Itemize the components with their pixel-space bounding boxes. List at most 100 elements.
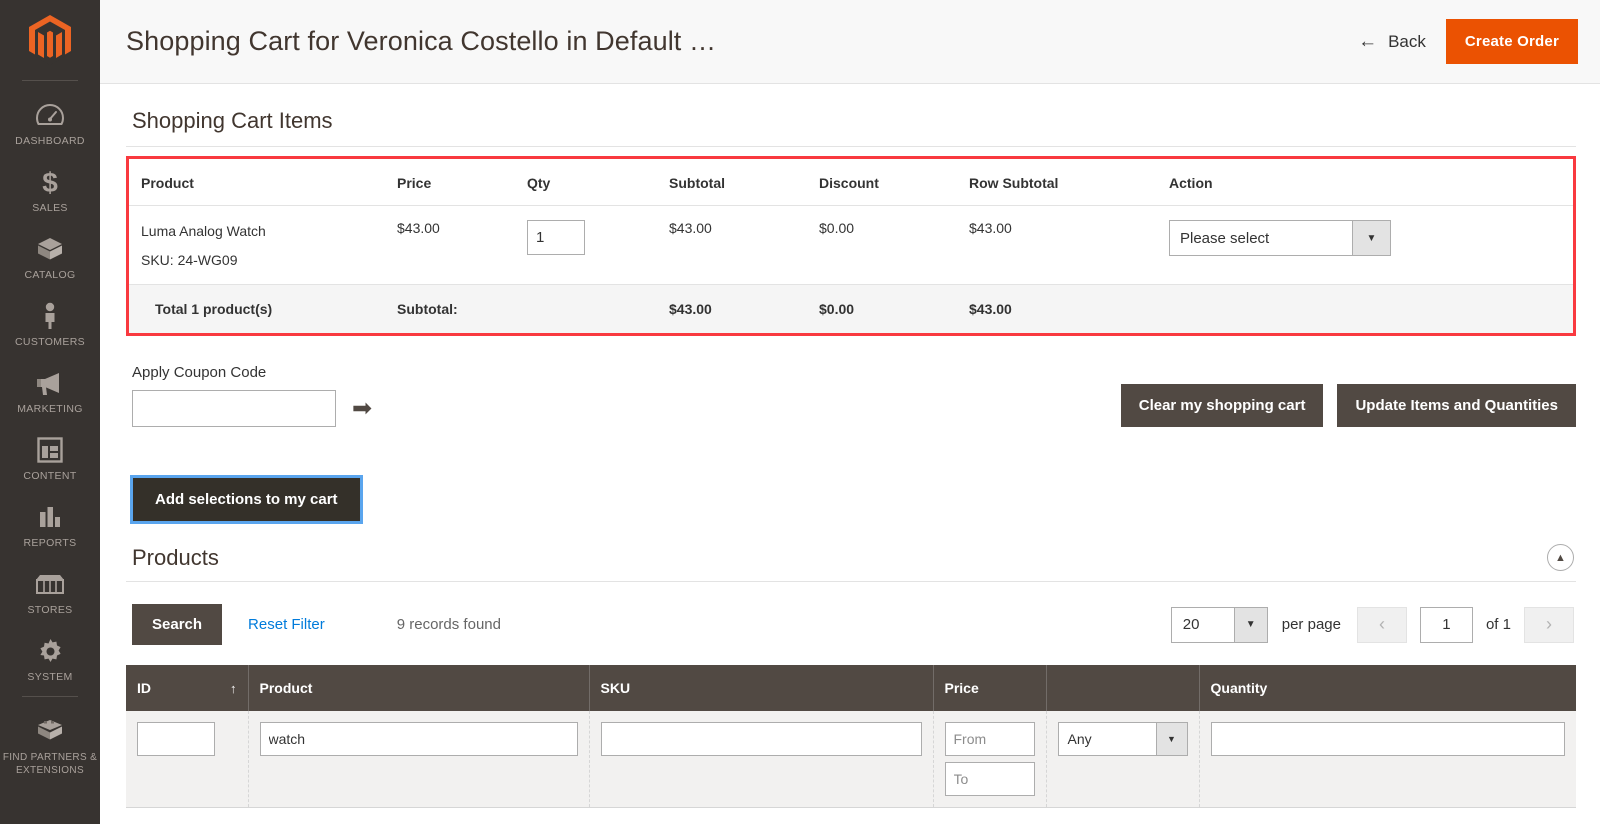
products-grid-toolbar: Search Reset Filter 9 records found 20 ▼… (126, 582, 1576, 665)
reset-filter-link[interactable]: Reset Filter (248, 616, 325, 633)
sidebar-item-label: FIND PARTNERS & EXTENSIONS (2, 752, 98, 776)
bar-chart-icon (2, 502, 98, 532)
cart-totals-row: Total 1 product(s) Subtotal: $43.00 $0.0… (129, 284, 1573, 333)
cart-item-action-value: Please select (1180, 229, 1270, 247)
cart-totals-subtotal: $43.00 (659, 284, 809, 333)
cart-col-discount: Discount (809, 159, 959, 206)
cart-item-name: Luma Analog Watch (141, 223, 266, 239)
cart-item-product-cell: Luma Analog Watch SKU: 24-WG09 (129, 206, 387, 285)
sidebar-divider-top (22, 80, 78, 81)
filter-cell-product (248, 711, 590, 808)
search-button[interactable]: Search (132, 604, 223, 645)
clear-shopping-cart-button[interactable]: Clear my shopping cart (1120, 384, 1324, 427)
page-number-input[interactable] (1419, 606, 1473, 643)
grid-col-price[interactable]: Price (933, 665, 1047, 711)
per-page-label: per page (1281, 616, 1341, 633)
coupon-section: Apply Coupon Code ➡ Clear my shopping ca… (126, 364, 1576, 427)
megaphone-icon (2, 368, 98, 398)
filter-cell-type: Any ▼ (1046, 711, 1200, 808)
filter-price-to-input[interactable] (944, 762, 1035, 796)
arrow-left-icon: ← (1358, 31, 1378, 52)
coupon-inline: ➡ (132, 390, 372, 427)
chevron-right-icon: › (1546, 614, 1552, 634)
back-button[interactable]: ← Back (1354, 26, 1430, 58)
magento-logo-icon (27, 13, 73, 65)
filter-cell-sku (589, 711, 934, 808)
coupon-code-input[interactable] (132, 390, 336, 427)
back-button-label: Back (1388, 31, 1426, 51)
chevron-down-icon: ▼ (1233, 607, 1267, 642)
prev-page-button[interactable]: ‹ (1356, 606, 1407, 643)
sidebar-item-label: CATALOG (24, 269, 76, 281)
add-selections-to-cart-button[interactable]: Add selections to my cart (130, 475, 363, 524)
sidebar-item-label: CUSTOMERS (14, 336, 86, 348)
sidebar-item-system[interactable]: SYSTEM (0, 627, 100, 694)
filter-quantity-input[interactable] (1210, 722, 1565, 756)
sidebar-item-label: SALES (32, 202, 68, 214)
shopping-cart-items-title: Shopping Cart Items (126, 84, 1576, 147)
filter-type-select[interactable]: Any ▼ (1057, 722, 1188, 756)
sidebar-item-find-partners[interactable]: FIND PARTNERS & EXTENSIONS (0, 707, 100, 787)
cart-item-qty-input[interactable] (527, 220, 585, 255)
magento-logo[interactable] (0, 0, 100, 78)
cart-item-action-cell: Please select ▼ (1159, 206, 1573, 285)
cart-col-price: Price (387, 159, 517, 206)
sidebar-item-label: REPORTS (23, 537, 77, 549)
grid-col-quantity[interactable]: Quantity (1199, 665, 1576, 711)
main-content: Shopping Cart for Veronica Costello in D… (100, 0, 1600, 824)
sidebar-item-stores[interactable]: STORES (0, 560, 100, 627)
grid-col-id[interactable]: ID ↑ (126, 665, 249, 711)
filter-sku-input[interactable] (600, 722, 922, 756)
sidebar-item-content[interactable]: CONTENT (0, 426, 100, 493)
sidebar-item-catalog[interactable]: CATALOG (0, 225, 100, 292)
cart-item-action-select[interactable]: Please select ▼ (1169, 220, 1391, 256)
page-of-label: of 1 (1485, 616, 1511, 633)
cart-totals-label: Total 1 product(s) (129, 284, 387, 333)
dollar-icon: $ (2, 167, 98, 197)
admin-sidebar: DASHBOARD $ SALES CATALOG CUSTOMERS MARK… (0, 0, 100, 824)
sidebar-item-dashboard[interactable]: DASHBOARD (0, 91, 100, 158)
arrow-right-icon[interactable]: ➡ (352, 396, 372, 421)
sidebar-item-customers[interactable]: CUSTOMERS (0, 292, 100, 359)
cart-item-price: $43.00 (397, 220, 440, 236)
filter-price-from-input[interactable] (944, 722, 1035, 756)
extension-box-icon (2, 716, 98, 746)
per-page-select[interactable]: 20 ▼ (1170, 606, 1268, 643)
records-found-label: 9 records found (396, 616, 501, 633)
admin-page: DASHBOARD $ SALES CATALOG CUSTOMERS MARK… (0, 0, 1600, 824)
products-grid-filter-row: Any ▼ (126, 711, 1576, 808)
filter-id-input[interactable] (137, 722, 215, 756)
update-items-quantities-button[interactable]: Update Items and Quantities (1337, 384, 1576, 427)
sidebar-item-reports[interactable]: REPORTS (0, 493, 100, 560)
filter-product-input[interactable] (259, 722, 578, 756)
sidebar-item-sales[interactable]: $ SALES (0, 158, 100, 225)
sidebar-item-label: CONTENT (23, 470, 77, 482)
cart-item-row-subtotal: $43.00 (969, 220, 1012, 236)
cart-col-row-subtotal: Row Subtotal (959, 159, 1159, 206)
sidebar-divider-bottom (22, 696, 78, 697)
add-selections-wrap: Add selections to my cart (126, 475, 1576, 524)
cart-item-row: Luma Analog Watch SKU: 24-WG09 $43.00 $4… (129, 206, 1573, 285)
header-actions: ← Back Create Order (1354, 19, 1578, 64)
chevron-left-icon: ‹ (1378, 614, 1385, 634)
grid-col-product[interactable]: Product (248, 665, 590, 711)
arrow-up-icon: ↑ (230, 680, 237, 696)
cart-totals-qty-spacer (517, 284, 659, 333)
cart-col-action: Action (1159, 159, 1573, 206)
filter-type-value: Any (1067, 731, 1092, 747)
filter-cell-price (933, 711, 1047, 808)
page-title: Shopping Cart for Veronica Costello in D… (126, 26, 717, 56)
create-order-button[interactable]: Create Order (1445, 19, 1578, 64)
chevron-up-icon[interactable]: ▲ (1547, 544, 1574, 571)
grid-col-sku[interactable]: SKU (589, 665, 934, 711)
cart-totals-row-subtotal: $43.00 (959, 284, 1159, 333)
next-page-button[interactable]: › (1524, 606, 1574, 643)
cart-col-qty: Qty (517, 159, 659, 206)
sidebar-item-label: STORES (27, 604, 73, 616)
cart-totals-action-spacer (1159, 284, 1573, 333)
person-icon (2, 301, 98, 331)
grid-col-blank[interactable] (1046, 665, 1200, 711)
box-icon (2, 234, 98, 264)
sidebar-item-marketing[interactable]: MARKETING (0, 359, 100, 426)
cart-action-buttons: Clear my shopping cart Update Items and … (1120, 384, 1576, 427)
